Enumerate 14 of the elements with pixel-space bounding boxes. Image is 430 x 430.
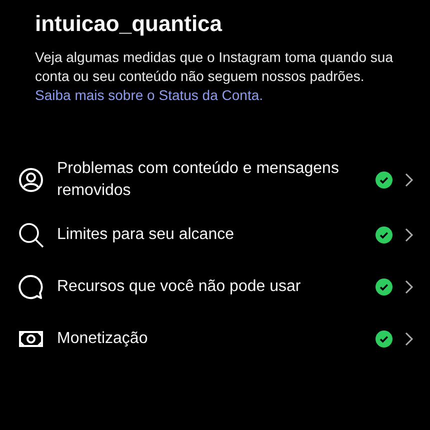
chevron-icon[interactable]: [404, 173, 414, 187]
chevron-icon[interactable]: [404, 332, 414, 346]
description-text: Veja algumas medidas que o Instagram toma quando sua conta ou seu conteúdo não seguem nossos padrões. Saiba mais sobre o Status da Conta.: [35, 48, 394, 105]
speech-bubble-icon: [18, 274, 44, 300]
search-icon: [18, 222, 44, 248]
menu-item-label[interactable]: Monetização: [57, 328, 367, 350]
chevron-icon[interactable]: [404, 280, 414, 294]
chevron-icon[interactable]: [404, 228, 414, 242]
account-status-link[interactable]: Saiba mais sobre o Status da Conta.: [35, 87, 264, 103]
menu-item-label[interactable]: Limites para seu alcance: [57, 224, 367, 246]
person-icon: [18, 167, 44, 193]
menu-item-label[interactable]: Problemas com conteúdo e mensagens removidos: [57, 158, 367, 202]
menu-item-label[interactable]: Recursos que você não pode usar: [57, 276, 367, 298]
account-username: intuicao_quantica: [35, 10, 222, 38]
